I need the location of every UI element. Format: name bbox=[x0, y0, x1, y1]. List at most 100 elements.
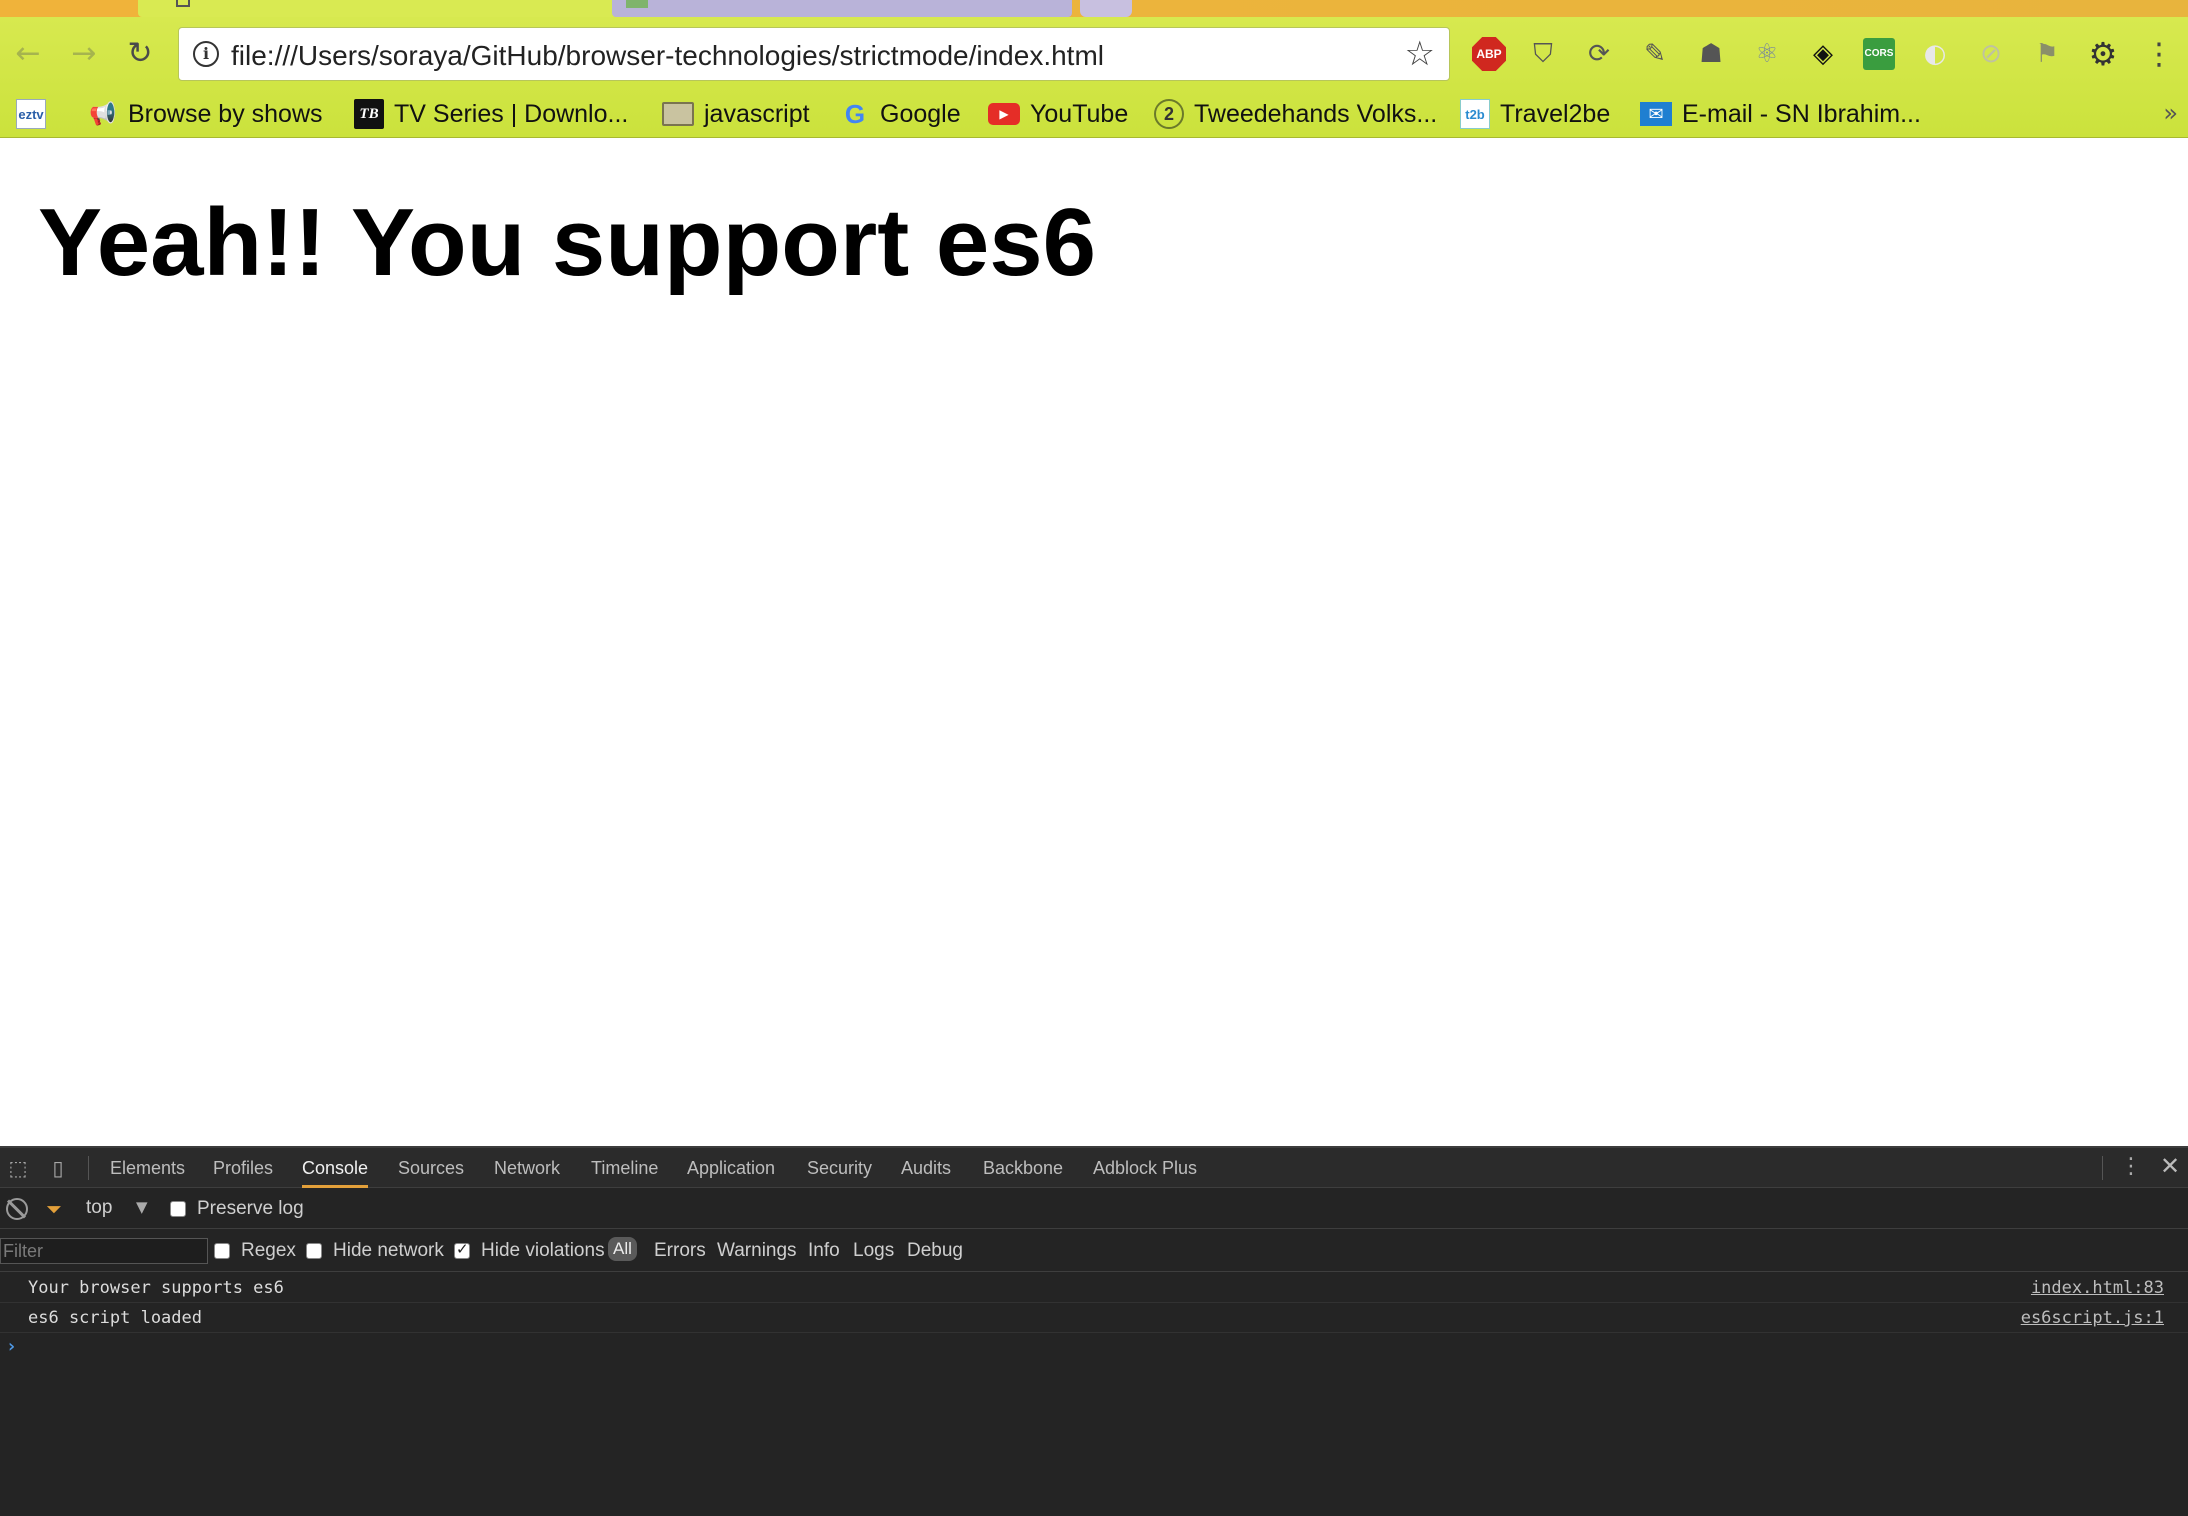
page-viewport: Yeah!! You support es6 bbox=[0, 138, 2188, 1146]
google-icon: G bbox=[844, 98, 866, 129]
forward-icon[interactable]: → bbox=[66, 35, 102, 71]
mail-icon: ✉ bbox=[1640, 102, 1672, 126]
bookmarks-overflow-icon[interactable]: » bbox=[2163, 99, 2178, 127]
reload-icon[interactable]: ↻ bbox=[122, 35, 158, 71]
bookmark-travel2be[interactable]: t2b Travel2be bbox=[1460, 96, 1610, 132]
eyedropper-icon[interactable]: ✎ bbox=[1638, 37, 1672, 71]
tab-active[interactable] bbox=[138, 0, 618, 17]
info-icon[interactable]: i bbox=[193, 41, 219, 67]
bookmark-label: Travel2be bbox=[1500, 99, 1611, 128]
tab-timeline[interactable]: Timeline bbox=[591, 1148, 658, 1188]
message-source-link[interactable]: es6script.js:1 bbox=[2021, 1308, 2164, 1328]
tab-sources[interactable]: Sources bbox=[398, 1148, 464, 1188]
message-source-link[interactable]: index.html:83 bbox=[2031, 1278, 2164, 1298]
diamond-icon[interactable]: ◈ bbox=[1806, 37, 1840, 71]
bookmark-eztv[interactable]: eztv bbox=[16, 96, 46, 132]
dropdown-arrow-icon[interactable]: ▼ bbox=[136, 1198, 148, 1216]
new-tab-button[interactable] bbox=[1080, 0, 1132, 17]
tab-audits[interactable]: Audits bbox=[901, 1148, 951, 1188]
inspect-element-icon[interactable]: ⬚ bbox=[4, 1154, 32, 1182]
tab-application[interactable]: Application bbox=[687, 1148, 775, 1188]
clear-console-icon[interactable] bbox=[6, 1198, 28, 1220]
abp-label: ABP bbox=[1472, 37, 1506, 71]
travel2be-icon: t2b bbox=[1460, 99, 1490, 129]
filter-funnel-icon[interactable]: ⏷ bbox=[46, 1197, 62, 1221]
back-icon[interactable]: ← bbox=[10, 35, 46, 71]
level-logs[interactable]: Logs bbox=[853, 1240, 894, 1262]
sheet-favicon-icon bbox=[626, 0, 648, 8]
level-info[interactable]: Info bbox=[808, 1240, 840, 1262]
message-text: Your browser supports es6 bbox=[28, 1278, 284, 1298]
close-devtools-icon[interactable]: ✕ bbox=[2160, 1152, 2180, 1180]
bookmarks-bar: eztv 📢 Browse by shows TB TV Series | Do… bbox=[0, 91, 2188, 137]
devtools-menu-icon[interactable]: ⋮ bbox=[2120, 1154, 2142, 1179]
cors-label: CORS bbox=[1863, 38, 1895, 70]
tab-network[interactable]: Network bbox=[494, 1148, 560, 1188]
regex-label: Regex bbox=[241, 1240, 296, 1261]
context-select[interactable]: top bbox=[86, 1197, 112, 1219]
bookmark-tweedehands[interactable]: 2 Tweedehands Volks... bbox=[1154, 96, 1437, 132]
bookmark-label: Browse by shows bbox=[128, 99, 323, 128]
devtools-tab-bar: ⬚ ▯ Elements Profiles Console Sources Ne… bbox=[0, 1148, 2188, 1188]
bookmark-youtube[interactable]: ▶ YouTube bbox=[988, 96, 1128, 132]
page-favicon-icon bbox=[176, 0, 190, 7]
sync-icon[interactable]: ⟳ bbox=[1582, 37, 1616, 71]
ghostery-shield-icon[interactable]: ⛉ bbox=[1526, 37, 1560, 71]
hide-network-label: Hide network bbox=[333, 1240, 444, 1261]
bookmark-label: javascript bbox=[704, 99, 810, 128]
hide-network-checkbox[interactable] bbox=[306, 1243, 322, 1259]
hide-violations-checkbox[interactable] bbox=[454, 1240, 470, 1259]
preserve-log-checkbox[interactable] bbox=[170, 1201, 186, 1217]
console-messages: Your browser supports es6 index.html:83 … bbox=[0, 1273, 2188, 1333]
tab-elements[interactable]: Elements bbox=[110, 1148, 185, 1188]
bookmark-google[interactable]: G Google bbox=[840, 96, 961, 132]
hide-violations-label: Hide violations bbox=[481, 1240, 605, 1261]
tweedehands-icon: 2 bbox=[1154, 99, 1184, 129]
bookmark-label: Google bbox=[880, 99, 961, 128]
tab-inactive[interactable] bbox=[612, 0, 1072, 17]
disabled-circle-icon[interactable]: ⊘ bbox=[1974, 37, 2008, 71]
console-toolbar: ⏷ top ▼ Preserve log bbox=[0, 1189, 2188, 1229]
tab-console[interactable]: Console bbox=[302, 1148, 369, 1188]
browser-menu-icon[interactable]: ⋮ bbox=[2142, 37, 2176, 72]
adblock-plus-icon[interactable]: ABP bbox=[1472, 37, 1506, 71]
bookmark-label: TV Series | Downlo... bbox=[394, 99, 629, 128]
bookmark-label: YouTube bbox=[1030, 99, 1129, 128]
level-all[interactable]: All bbox=[608, 1237, 637, 1261]
level-debug[interactable]: Debug bbox=[907, 1240, 963, 1262]
divider bbox=[88, 1156, 89, 1180]
bookmark-tv-series[interactable]: TB TV Series | Downlo... bbox=[354, 96, 628, 132]
level-errors[interactable]: Errors bbox=[654, 1240, 706, 1262]
bookmark-label: Tweedehands Volks... bbox=[1194, 99, 1438, 128]
swirl-icon[interactable]: ◐ bbox=[1918, 37, 1952, 71]
console-message: Your browser supports es6 index.html:83 bbox=[0, 1273, 2188, 1303]
tab-adblock-plus[interactable]: Adblock Plus bbox=[1093, 1148, 1197, 1188]
device-toolbar-icon[interactable]: ▯ bbox=[44, 1154, 72, 1182]
level-warnings[interactable]: Warnings bbox=[717, 1240, 797, 1262]
cors-icon[interactable]: CORS bbox=[1862, 37, 1896, 71]
tab-profiles[interactable]: Profiles bbox=[213, 1148, 273, 1188]
bookmark-email[interactable]: ✉ E-mail - SN Ibrahim... bbox=[1640, 96, 1921, 132]
tab-strip bbox=[0, 0, 2188, 17]
megaphone-icon: 📢 bbox=[89, 101, 117, 127]
bookmark-star-icon[interactable]: ☆ bbox=[1405, 34, 1435, 74]
tb-icon: TB bbox=[354, 99, 384, 129]
console-prompt-icon[interactable]: › bbox=[6, 1336, 17, 1357]
bookmark-label: E-mail - SN Ibrahim... bbox=[1682, 99, 1921, 128]
console-filter-input[interactable] bbox=[0, 1238, 208, 1264]
react-icon[interactable]: ⚛ bbox=[1750, 37, 1784, 71]
url-text[interactable]: file:///Users/soraya/GitHub/browser-tech… bbox=[231, 40, 1104, 72]
ghost-icon[interactable]: ☗ bbox=[1694, 37, 1728, 71]
regex-checkbox[interactable] bbox=[214, 1243, 230, 1259]
message-text: es6 script loaded bbox=[28, 1308, 202, 1328]
flag-icon[interactable]: ⚑ bbox=[2030, 37, 2064, 71]
bookmark-browse-by-shows[interactable]: 📢 Browse by shows bbox=[88, 96, 323, 132]
address-bar[interactable]: i file:///Users/soraya/GitHub/browser-te… bbox=[178, 27, 1450, 81]
bookmark-folder-javascript[interactable]: javascript bbox=[662, 96, 810, 132]
settings-gear-icon[interactable]: ⚙ bbox=[2086, 35, 2120, 73]
console-filter-bar: Regex Hide network Hide violations All E… bbox=[0, 1230, 2188, 1272]
tab-backbone[interactable]: Backbone bbox=[983, 1148, 1063, 1188]
tab-security[interactable]: Security bbox=[807, 1148, 872, 1188]
browser-chrome: ← → ↻ i file:///Users/soraya/GitHub/brow… bbox=[0, 0, 2188, 138]
devtools-panel: ⬚ ▯ Elements Profiles Console Sources Ne… bbox=[0, 1146, 2188, 1516]
